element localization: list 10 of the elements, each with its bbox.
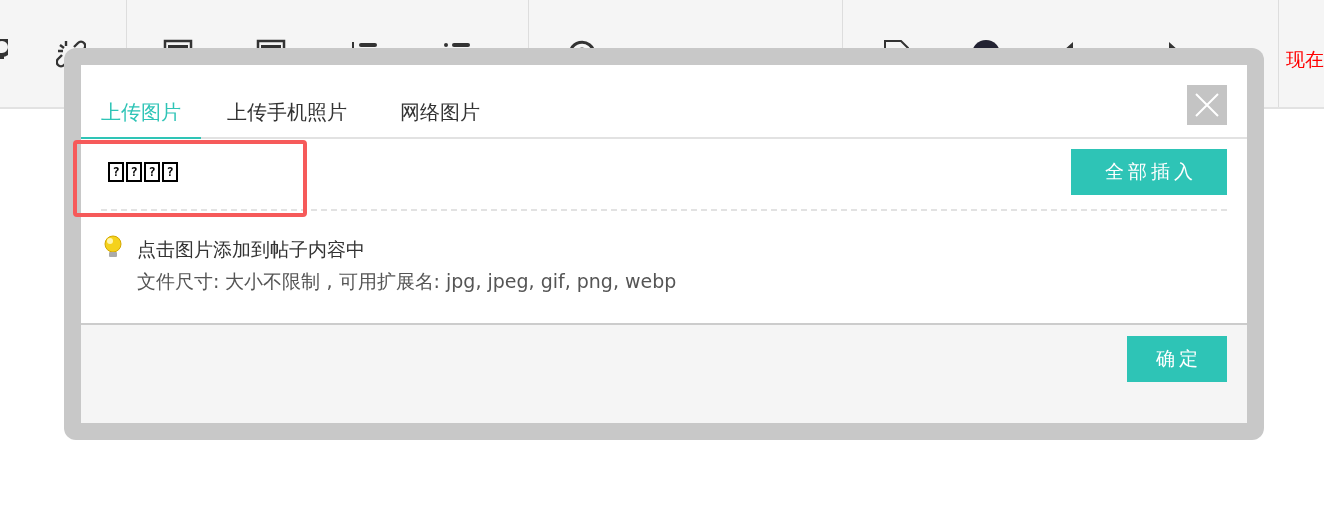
insert-all-button[interactable]: 全部插入 [1071, 149, 1227, 195]
confirm-button[interactable]: 确定 [1127, 336, 1227, 382]
lightbulb-icon [103, 235, 123, 259]
unlink-icon[interactable] [56, 38, 86, 69]
tab[interactable]: 网络图片 [400, 99, 480, 139]
tab[interactable]: 上传图片 [81, 99, 201, 139]
status-text: 现在 [1286, 46, 1324, 72]
tip-text: 点击图片添加到帖子内容中 [137, 237, 366, 262]
tip-text: 文件尺寸: 大小不限制 , 可用扩展名: jpg, jpeg, gif, png, webp [137, 269, 677, 294]
tab[interactable]: 上传手机照片 [227, 99, 347, 139]
